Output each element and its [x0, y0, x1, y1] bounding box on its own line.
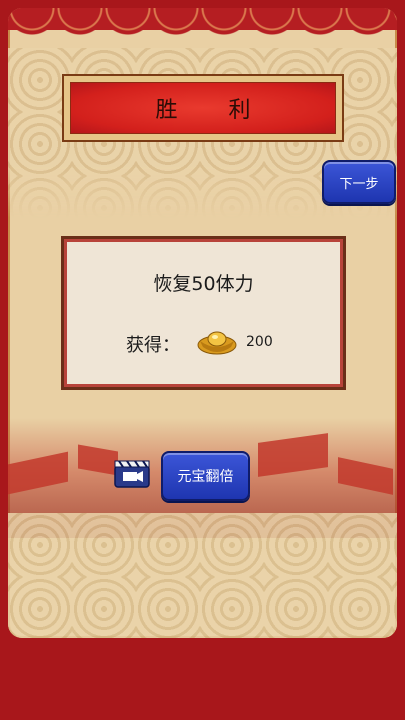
reward-panel: 恢复50体力 获得： 200 — [61, 236, 346, 390]
obtain-label: 获得： — [126, 335, 180, 356]
reward-description: 恢复50体力 — [153, 273, 254, 295]
next-step-button[interactable]: 下一步 — [322, 160, 396, 204]
victory-banner: 胜 利 — [62, 74, 344, 142]
bottom-cloud-pattern — [8, 513, 397, 638]
gold-ingot-icon — [197, 331, 237, 355]
double-ingot-button[interactable]: 元宝翻倍 — [161, 451, 250, 501]
video-ad-icon — [114, 460, 150, 488]
reward-amount: 200 — [246, 334, 273, 350]
victory-title: 胜 利 — [155, 98, 273, 123]
